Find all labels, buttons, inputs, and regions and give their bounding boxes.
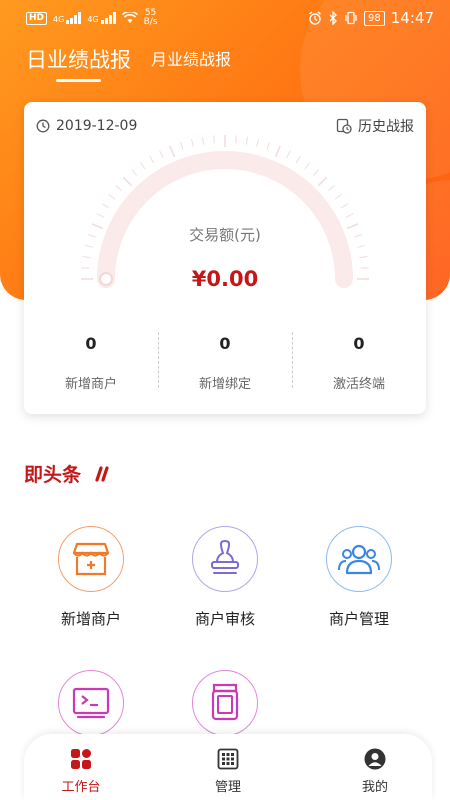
nav-label: 管理: [214, 780, 241, 795]
signal-bars-icon: [66, 12, 82, 24]
stat-label: 激活终端: [332, 377, 385, 392]
gauge-tick: [295, 155, 301, 164]
action-label: 新增商户: [60, 610, 121, 628]
net-speed: 55 B/s: [143, 8, 158, 27]
nav-label: 工作台: [61, 780, 101, 795]
tab-daily-report[interactable]: 日业绩战报: [26, 44, 131, 82]
double-slash-icon: [95, 465, 109, 482]
gauge-tick: [159, 150, 164, 159]
stat-new-bindings[interactable]: 0 新增绑定: [158, 328, 292, 392]
stat-activated-terminals[interactable]: 0 激活终端: [292, 328, 426, 392]
gauge-tick: [139, 162, 146, 170]
action-merchant-management[interactable]: 商户管理: [292, 520, 426, 629]
gauge-tick: [115, 185, 122, 192]
action-add-merchant[interactable]: 新增商户: [24, 520, 158, 629]
gauge-tick: [96, 213, 105, 218]
grid-manage-icon: [217, 748, 239, 770]
gauge-tick: [304, 162, 311, 170]
gauge-track: [97, 151, 353, 288]
gauge-tick: [317, 176, 328, 187]
gauge-tick: [266, 141, 270, 150]
gauge-tick: [101, 203, 110, 209]
report-tabs: 日业绩战报 月业绩战报: [26, 44, 231, 82]
add-store-icon: [72, 542, 110, 576]
nav-label: 我的: [361, 780, 388, 795]
gauge-tick: [202, 136, 205, 145]
action-circle: [58, 526, 124, 592]
gauge-tick: [84, 244, 93, 248]
transaction-amount: ¥0.00: [191, 267, 259, 291]
headline-section[interactable]: 即头条: [24, 460, 111, 487]
action-label: 商户管理: [328, 610, 389, 628]
gauge-tick: [108, 193, 116, 200]
battery-indicator: 98: [364, 10, 385, 26]
gauge-tick: [274, 145, 281, 158]
action-merchant-review[interactable]: 商户审核: [158, 520, 292, 629]
gauge-tick: [149, 155, 155, 164]
gauge-tick: [131, 169, 138, 176]
gauge-tick: [359, 256, 368, 259]
stat-value: 0: [85, 334, 97, 353]
gauge-tick: [340, 203, 349, 209]
gauge-tick: [82, 256, 91, 259]
gauge-tick: [286, 150, 291, 159]
gauge-tick: [190, 138, 194, 147]
pos-device-icon: [211, 683, 239, 721]
stats-row: 0 新增商户 0 新增绑定 0 激活终端: [24, 328, 426, 392]
status-bar: HD 4G 4G 55 B/s 98 14:47: [0, 0, 450, 36]
nav-profile[interactable]: 我的: [330, 734, 420, 800]
gauge-tick: [213, 135, 215, 144]
workbench-icon: [71, 749, 91, 769]
gauge-tick: [334, 193, 342, 200]
wifi-icon: [121, 12, 138, 23]
profile-icon: [364, 748, 386, 770]
action-circle: [326, 526, 392, 592]
gauge-tick: [345, 213, 354, 218]
signal-1: 4G: [53, 12, 82, 24]
gauge-tick: [245, 136, 248, 145]
bluetooth-icon: [329, 11, 337, 25]
gauge-tick: [328, 185, 335, 192]
gauge-tick: [122, 176, 133, 187]
gauge-label: 交易额(元): [189, 226, 261, 244]
stat-label: 新增绑定: [198, 377, 251, 392]
action-label: 商户审核: [194, 610, 255, 628]
tab-monthly-report[interactable]: 月业绩战报: [151, 46, 231, 82]
gauge-tick: [169, 145, 176, 158]
action-circle: [58, 670, 124, 736]
summary-card: 2019-12-09 历史战报 交易额(元) ¥0.00 0 新增商户 0 新增…: [24, 102, 426, 414]
gauge-tick: [256, 138, 260, 147]
hd-indicator: HD: [26, 11, 48, 25]
stat-label: 新增商户: [64, 377, 117, 392]
stat-value: 0: [353, 334, 365, 353]
action-circle: [192, 526, 258, 592]
status-time: 14:47: [390, 9, 434, 27]
headline-title: 即头条: [24, 464, 82, 486]
gauge-tick: [235, 135, 237, 144]
stat-new-merchants[interactable]: 0 新增商户: [24, 328, 158, 392]
gauge-tick: [357, 244, 366, 248]
signal-bars-icon: [100, 12, 116, 24]
action-circle: [192, 670, 258, 736]
stat-value: 0: [219, 334, 231, 353]
vibrate-icon: [345, 11, 357, 25]
nav-workbench[interactable]: 工作台: [36, 734, 126, 800]
terminal-icon: [72, 687, 110, 719]
users-icon: [338, 544, 380, 575]
alarm-icon: [309, 11, 321, 25]
gauge-tick: [312, 169, 319, 176]
bottom-navigation: 工作台 管理 我的: [24, 734, 432, 800]
stamp-icon: [211, 540, 239, 574]
gauge-tick: [180, 141, 184, 150]
signal-2: 4G: [87, 12, 116, 24]
nav-management[interactable]: 管理: [183, 734, 273, 800]
